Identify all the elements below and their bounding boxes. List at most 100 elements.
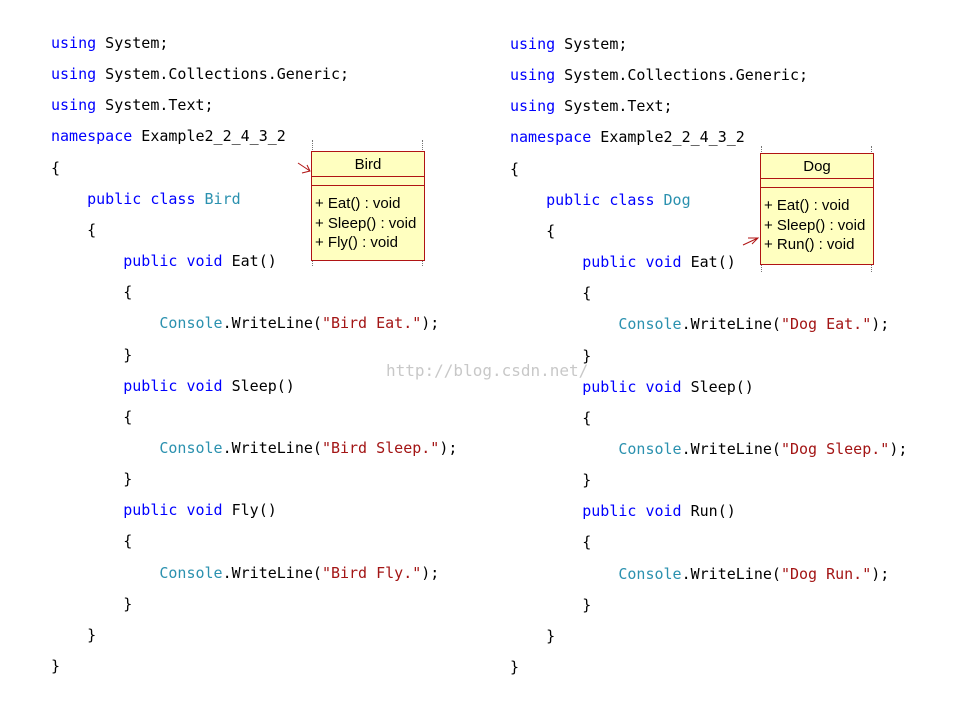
uml-class-dog: Dog + Eat() : void + Sleep() : void + Run(… — [760, 153, 874, 265]
code-token-plain: ); — [889, 439, 908, 458]
code-token-plain: Example2_2_4_3_2 — [132, 127, 286, 146]
code-token-plain: } — [510, 658, 520, 676]
watermark: http://blog.csdn.net/ — [386, 361, 589, 380]
code-token-plain: { — [510, 159, 520, 178]
uml-operations-compartment: + Eat() : void + Sleep() : void + Run() : … — [761, 188, 873, 255]
code-line: } — [510, 470, 591, 490]
uml-operation: + Sleep() : void — [315, 214, 417, 232]
code-token-str: "Bird Eat." — [321, 314, 422, 333]
code-token-plain: .WriteLine( — [681, 564, 781, 583]
code-token-plain: } — [51, 470, 133, 489]
code-line: { — [51, 158, 60, 178]
uml-operation: + Fly() : void — [315, 234, 398, 251]
code-token-plain: { — [51, 532, 133, 551]
code-line: using System.Collections.Generic; — [51, 64, 349, 84]
code-line: using System.Text; — [51, 95, 214, 115]
code-line: using System.Collections.Generic; — [510, 65, 808, 85]
code-line: public void Eat() — [51, 251, 277, 271]
code-line: public void Sleep() — [51, 376, 295, 396]
code-token-type: Console — [618, 439, 682, 458]
code-token-kw: using — [510, 66, 556, 85]
code-line: { — [51, 220, 96, 240]
code-token-str: "Dog Sleep." — [780, 439, 890, 458]
code-token-plain: { — [510, 533, 592, 552]
code-line: { — [510, 221, 555, 241]
code-token-str: "Dog Run." — [780, 564, 872, 583]
code-line: namespace Example2_2_4_3_2 — [51, 126, 286, 146]
code-line: } — [51, 469, 132, 489]
code-token-type: Bird — [204, 189, 241, 208]
code-token-plain: Run() — [681, 502, 736, 521]
code-token-plain: System.Text; — [96, 96, 214, 115]
code-token-type: Dog — [663, 190, 691, 209]
uml-class-name: Bird — [354, 156, 382, 173]
code-token-plain: { — [51, 283, 133, 302]
code-token-plain: { — [51, 220, 97, 239]
code-line: } — [510, 595, 591, 615]
code-token-plain: ); — [421, 563, 440, 582]
code-token-plain: Example2_2_4_3_2 — [591, 128, 745, 147]
code-token-type: Console — [618, 315, 682, 334]
code-token-kw: public void — [582, 502, 682, 521]
code-line: Console.WriteLine("Bird Eat."); — [51, 313, 439, 333]
code-token-type: Console — [159, 438, 223, 457]
code-token-kw: using — [510, 97, 556, 116]
code-token-kw: namespace — [510, 128, 592, 147]
code-line: public class Dog — [510, 190, 691, 210]
code-token-plain: System; — [96, 34, 169, 52]
code-line: using System.Text; — [510, 96, 673, 116]
code-token-plain: } — [510, 626, 556, 645]
uml-operation: + Eat() : void — [764, 197, 850, 214]
code-line: public void Eat() — [510, 252, 736, 272]
code-line: public void Fly() — [51, 500, 277, 520]
code-token-kw: public void — [123, 501, 223, 520]
code-token-kw: using — [51, 34, 97, 52]
code-token-plain: } — [51, 625, 97, 644]
uml-attributes-compartment — [761, 178, 873, 188]
code-token-type: Console — [159, 563, 223, 582]
code-token-plain: System.Collections.Generic; — [555, 66, 809, 85]
code-token-plain: Eat() — [222, 252, 277, 271]
code-line: Console.WriteLine("Dog Run."); — [510, 564, 889, 584]
code-token-plain: System; — [555, 35, 628, 53]
code-token-plain: } — [51, 345, 133, 364]
code-token-plain: { — [510, 221, 556, 240]
code-token-kw: public void — [123, 376, 223, 395]
uml-arrow-icon — [742, 237, 760, 246]
code-panel-bird: using System; using System.Collections.Ge… — [0, 0, 470, 720]
code-line: public class Bird — [51, 189, 241, 209]
code-token-type: Console — [159, 314, 223, 333]
code-token-plain: Sleep() — [681, 377, 754, 396]
code-token-plain: } — [510, 471, 592, 490]
code-token-plain: { — [51, 158, 61, 177]
code-line: } — [51, 594, 132, 614]
code-line: } — [510, 657, 519, 677]
code-line: } — [510, 626, 555, 646]
code-token-plain: { — [510, 284, 592, 303]
code-token-plain: .WriteLine( — [681, 439, 781, 458]
code-line: { — [510, 408, 591, 428]
code-token-plain: ); — [871, 564, 890, 583]
code-token-kw: public void — [582, 253, 682, 272]
code-line: Console.WriteLine("Bird Sleep."); — [51, 438, 457, 458]
code-token-plain: ); — [421, 314, 440, 333]
code-token-plain: .WriteLine( — [222, 314, 322, 333]
code-token-kw: public void — [123, 252, 223, 271]
code-panel-dog: using System; using System.Collections.Ge… — [460, 0, 930, 720]
code-line: using System; — [510, 34, 627, 54]
code-token-plain: .WriteLine( — [222, 438, 322, 457]
code-token-plain: { — [510, 408, 592, 427]
code-token-kw: namespace — [51, 127, 133, 146]
